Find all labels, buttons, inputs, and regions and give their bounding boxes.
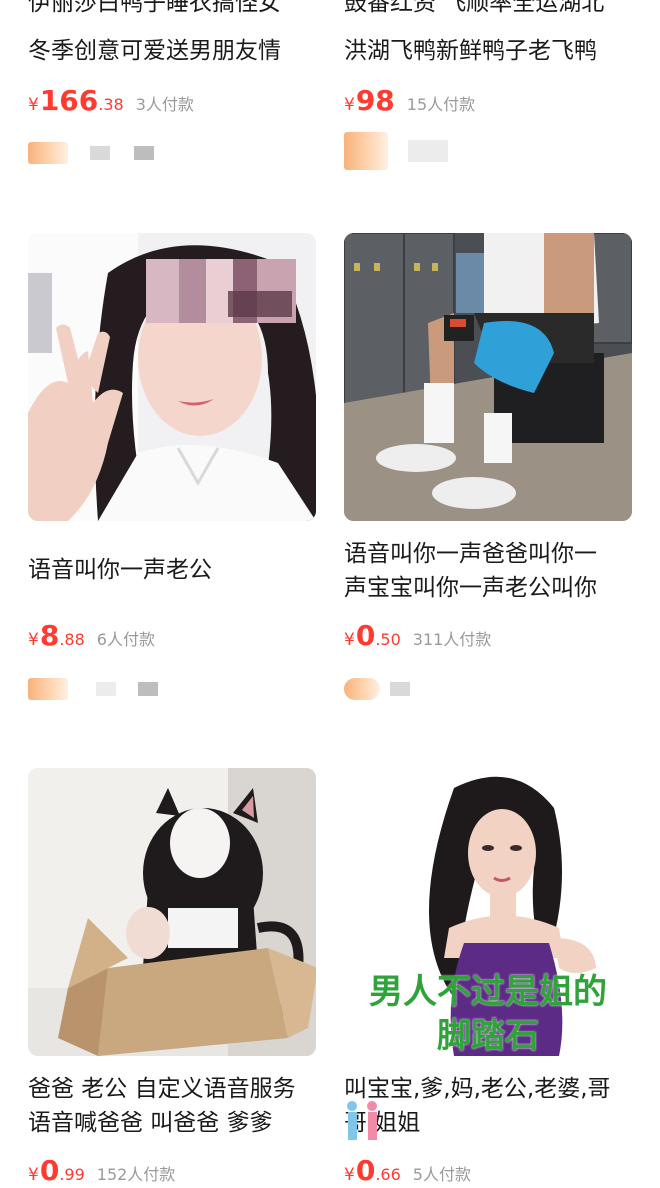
product-card[interactable]: 伊丽莎白鸭子睡衣搞怪女 冬季创意可爱送男朋友情 ¥ 166 .38 3人付款	[28, 0, 320, 200]
shop-location-mosaic	[138, 682, 158, 696]
product-title-line: 语音喊爸爸 叫爸爸 爹爹	[28, 1110, 273, 1136]
price-integer: 8	[39, 619, 60, 652]
price-integer: 98	[355, 84, 395, 117]
product-feed: 伊丽莎白鸭子睡衣搞怪女 冬季创意可爱送男朋友情 ¥ 166 .38 3人付款 鼓…	[0, 0, 660, 1187]
currency-symbol: ¥	[28, 95, 39, 115]
price-integer: 166	[39, 84, 99, 117]
sold-count: 6人付款	[96, 630, 155, 649]
watermark-figure-icon	[342, 1098, 377, 1140]
product-title-line: 伊丽莎白鸭子睡衣搞怪女	[28, 0, 281, 16]
price-row: ¥ 98 15人付款	[344, 84, 475, 118]
sold-count: 3人付款	[135, 95, 194, 114]
price-decimal: .50	[375, 630, 401, 649]
currency-symbol: ¥	[344, 1165, 355, 1185]
price-decimal: .66	[375, 1165, 401, 1184]
sold-count: 15人付款	[406, 95, 476, 114]
sold-count: 311人付款	[412, 630, 492, 649]
sold-count: 5人付款	[412, 1165, 471, 1184]
price-row: ¥ 0 .99 152人付款	[28, 1154, 175, 1188]
price-integer: 0	[39, 1154, 60, 1187]
shop-name-mosaic	[96, 682, 116, 696]
product-image[interactable]: 男人不过是姐的 脚踏石	[344, 768, 632, 1056]
cosplay-in-box-image	[28, 768, 316, 1056]
product-title-line: 鼓番红资 飞顺率全运湖北	[344, 0, 605, 16]
shop-name-mosaic	[390, 682, 410, 696]
price-row: ¥ 0 .66 5人付款	[344, 1154, 471, 1188]
product-title-line: 冬季创意可爱送男朋友情	[28, 38, 281, 64]
shop-info[interactable]	[344, 132, 448, 170]
product-title-line: 洪湖飞鸭新鲜鸭子老飞鸭	[344, 38, 597, 64]
image-caption: 脚踏石	[437, 1016, 539, 1056]
price-decimal: .88	[59, 630, 85, 649]
product-title-line: 爸爸 老公 自定义语音服务	[28, 1076, 296, 1102]
price-integer: 0	[355, 1154, 376, 1187]
currency-symbol: ¥	[28, 630, 39, 650]
shop-avatar	[344, 678, 380, 700]
shop-avatar	[28, 678, 68, 700]
face-mosaic	[228, 291, 292, 317]
shop-info[interactable]	[28, 676, 158, 702]
currency-symbol: ¥	[344, 95, 355, 115]
gym-locker-image	[344, 233, 632, 521]
image-caption: 男人不过是姐的	[369, 972, 607, 1012]
price-row: ¥ 166 .38 3人付款	[28, 84, 194, 118]
product-title-line: 声宝宝叫你一声老公叫你	[344, 575, 597, 601]
price-row: ¥ 8 .88 6人付款	[28, 619, 155, 653]
sold-count: 152人付款	[96, 1165, 176, 1184]
currency-symbol: ¥	[28, 1165, 39, 1185]
price-decimal: .99	[59, 1165, 85, 1184]
price-row: ¥ 0 .50 311人付款	[344, 619, 491, 653]
shop-avatar	[344, 132, 388, 170]
shop-info[interactable]	[28, 140, 154, 166]
product-title-line: 语音叫你一声爸爸叫你一	[344, 541, 597, 567]
shop-info[interactable]	[344, 676, 410, 702]
shop-avatar	[28, 142, 68, 164]
product-image[interactable]	[28, 233, 316, 521]
product-image[interactable]	[344, 233, 632, 521]
shop-name-mosaic	[90, 146, 110, 160]
product-title-line: 哥,姐姐	[344, 1110, 421, 1136]
product-card[interactable]: 语音叫你一声爸爸叫你一 声宝宝叫你一声老公叫你 ¥ 0 .50 311人付款	[344, 233, 636, 713]
product-card[interactable]: 男人不过是姐的 脚踏石 叫宝宝,爹,妈,老公,老婆,哥 哥,姐姐 ¥ 0 .66…	[342, 768, 636, 1187]
product-card[interactable]: 爸爸 老公 自定义语音服务 语音喊爸爸 叫爸爸 爹爹 ¥ 0 .99 152人付…	[28, 768, 320, 1187]
price-decimal: .38	[98, 95, 124, 114]
currency-symbol: ¥	[344, 630, 355, 650]
product-title-line: 语音叫你一声老公	[28, 557, 212, 583]
product-card[interactable]: 语音叫你一声老公 ¥ 8 .88 6人付款	[28, 233, 320, 713]
shop-location-mosaic	[134, 146, 154, 160]
shop-name-mosaic	[408, 140, 448, 162]
price-integer: 0	[355, 619, 376, 652]
product-title-line: 叫宝宝,爹,妈,老公,老婆,哥	[344, 1076, 611, 1102]
product-image[interactable]	[28, 768, 316, 1056]
product-card[interactable]: 鼓番红资 飞顺率全运湖北 洪湖飞鸭新鲜鸭子老飞鸭 ¥ 98 15人付款	[344, 0, 636, 200]
